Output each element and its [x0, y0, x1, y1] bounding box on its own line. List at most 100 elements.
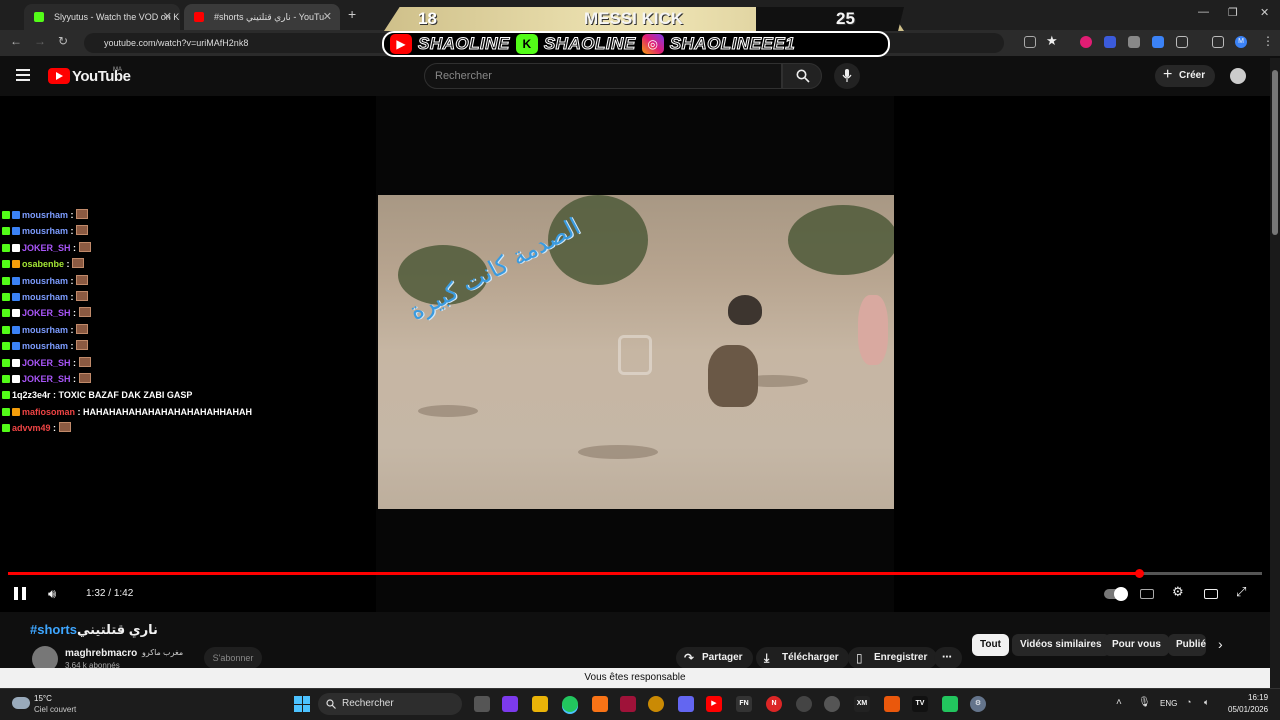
voice-search-button[interactable] [834, 63, 860, 89]
app-icon[interactable]: XM [854, 696, 870, 712]
channel-name[interactable]: maghrebmacro [65, 648, 137, 659]
chrome-icon[interactable] [562, 696, 578, 712]
maximize-button[interactable]: ❐ [1228, 6, 1238, 19]
autoplay-toggle[interactable] [1104, 587, 1128, 601]
chat-username[interactable]: advvm49 [12, 423, 51, 433]
chat-username[interactable]: osabenbe [22, 259, 64, 269]
volume-icon[interactable]: 🔊︎ [48, 586, 56, 602]
video-frame[interactable] [378, 195, 894, 509]
more-actions-button[interactable]: ⋯ [934, 647, 962, 669]
chat-username[interactable]: 1q2z3e4r [12, 390, 51, 400]
app-icon[interactable] [648, 696, 664, 712]
kick-badge-icon [2, 407, 10, 416]
chevron-right-icon[interactable]: › [1218, 636, 1223, 652]
user-badge-icon [12, 342, 20, 351]
hamburger-menu-icon[interactable] [16, 69, 30, 81]
theater-mode-icon[interactable] [1204, 589, 1218, 599]
app-icon[interactable] [942, 696, 958, 712]
close-window-button[interactable]: ✕ [1260, 6, 1269, 19]
task-view-icon[interactable] [474, 696, 490, 712]
close-tab-icon[interactable]: ✕ [163, 4, 172, 30]
forward-icon[interactable]: → [34, 34, 46, 48]
file-explorer-icon[interactable] [532, 696, 548, 712]
puzzle-extensions-icon[interactable] [1176, 36, 1188, 48]
language-indicator[interactable]: ENG [1160, 699, 1177, 708]
search-button[interactable] [782, 63, 822, 89]
create-button[interactable]: Créer [1155, 64, 1215, 87]
chat-username[interactable]: mousrham [22, 325, 68, 335]
weather-description[interactable]: Ciel couvert [34, 705, 76, 714]
kick-badge-icon [2, 375, 10, 383]
chat-username[interactable]: JOKER_SH [22, 243, 71, 253]
subtitles-icon[interactable] [1140, 589, 1154, 599]
save-button[interactable]: ▯ Enregistrer [848, 647, 938, 669]
app-icon[interactable] [592, 696, 608, 712]
windows-start-icon[interactable] [294, 696, 310, 712]
weather-temperature[interactable]: 15°C [34, 694, 52, 703]
extension-icon[interactable] [1128, 36, 1140, 48]
bookmark-star-icon[interactable]: ★ [1046, 33, 1058, 49]
netflix-icon[interactable]: N [766, 696, 782, 712]
settings-gear-icon[interactable]: ⚙ [1172, 584, 1184, 600]
extension-icon[interactable] [1104, 36, 1116, 48]
user-badge-icon [12, 260, 20, 269]
chat-username[interactable]: JOKER_SH [22, 374, 71, 384]
reading-list-icon[interactable] [1212, 36, 1224, 48]
tradingview-icon[interactable]: TV [912, 696, 928, 712]
app-icon[interactable] [620, 696, 636, 712]
tab-kick-vod[interactable]: Slyyutus - Watch the VOD on K ✕ [24, 4, 180, 30]
scrollbar-thumb[interactable] [1272, 70, 1278, 235]
app-icon[interactable] [796, 696, 812, 712]
subscribe-button[interactable]: S'abonner [204, 647, 262, 669]
share-button[interactable]: ↷ Partager [676, 647, 753, 669]
reload-icon[interactable]: ↻ [58, 34, 68, 48]
chat-username[interactable]: mousrham [22, 226, 68, 236]
minimize-button[interactable]: — [1198, 6, 1209, 18]
chip-all[interactable]: Tout [972, 634, 1009, 656]
new-tab-button[interactable]: + [348, 6, 356, 22]
app-icon[interactable] [824, 696, 840, 712]
youtube-app-icon[interactable]: ▶ [706, 696, 722, 712]
chat-username[interactable]: mousrham [22, 292, 68, 302]
tab-youtube-short[interactable]: #shorts ناري قتلتيني - YouTu ✕ [184, 4, 340, 30]
settings-gear-icon[interactable]: ⚙ [970, 696, 986, 712]
chat-username[interactable]: JOKER_SH [22, 358, 71, 368]
extension-icon[interactable] [1152, 36, 1164, 48]
chat-username[interactable]: mousrham [22, 276, 68, 286]
download-button[interactable]: ⤓ Télécharger [756, 647, 849, 669]
avatar[interactable] [1230, 68, 1246, 84]
teams-icon[interactable] [678, 696, 694, 712]
chat-username[interactable]: JOKER_SH [22, 308, 71, 318]
chip-for-you[interactable]: Pour vous [1104, 634, 1169, 656]
search-input[interactable]: Rechercher [424, 63, 782, 89]
youtube-logo-icon[interactable] [48, 68, 70, 84]
clock-date[interactable]: 05/01/2026 [1228, 705, 1268, 714]
cloud-icon[interactable] [12, 697, 30, 709]
chip-published[interactable]: Publié [1168, 634, 1206, 656]
banner-score-right: 25 [836, 9, 855, 28]
menu-kebab-icon[interactable]: ⋮ [1262, 34, 1274, 48]
taskbar-search[interactable]: Rechercher [318, 693, 462, 715]
close-tab-icon[interactable]: ✕ [323, 4, 332, 30]
clock-time[interactable]: 16:19 [1248, 693, 1268, 702]
chip-related[interactable]: Vidéos similaires [1012, 634, 1110, 656]
back-icon[interactable]: ← [10, 34, 22, 48]
app-icon[interactable]: FN [736, 696, 752, 712]
pause-icon[interactable] [14, 587, 26, 600]
chat-username[interactable]: mousrham [22, 341, 68, 351]
extension-icon[interactable] [1080, 36, 1092, 48]
microphone-icon[interactable]: 🎙︎ [1138, 697, 1151, 708]
progress-scrubber-handle[interactable] [1135, 569, 1144, 578]
speaker-icon[interactable]: 🔈︎ [1204, 697, 1209, 708]
chat-username[interactable]: mousrham [22, 210, 68, 220]
fullscreen-icon[interactable]: ⤢ [1236, 584, 1246, 600]
wifi-icon[interactable]: ◔ [1186, 697, 1191, 707]
cast-icon[interactable] [1024, 36, 1036, 48]
hashtag-link[interactable]: #shorts [30, 622, 77, 637]
stream-score-banner: 18 MESSI KICK 25 [384, 7, 904, 31]
chat-emote-icon [76, 209, 89, 219]
brave-icon[interactable] [884, 696, 900, 712]
copilot-icon[interactable] [502, 696, 518, 712]
chat-username[interactable]: mafiosoman [22, 407, 75, 417]
chevron-up-icon[interactable]: ˄ [1116, 697, 1122, 708]
